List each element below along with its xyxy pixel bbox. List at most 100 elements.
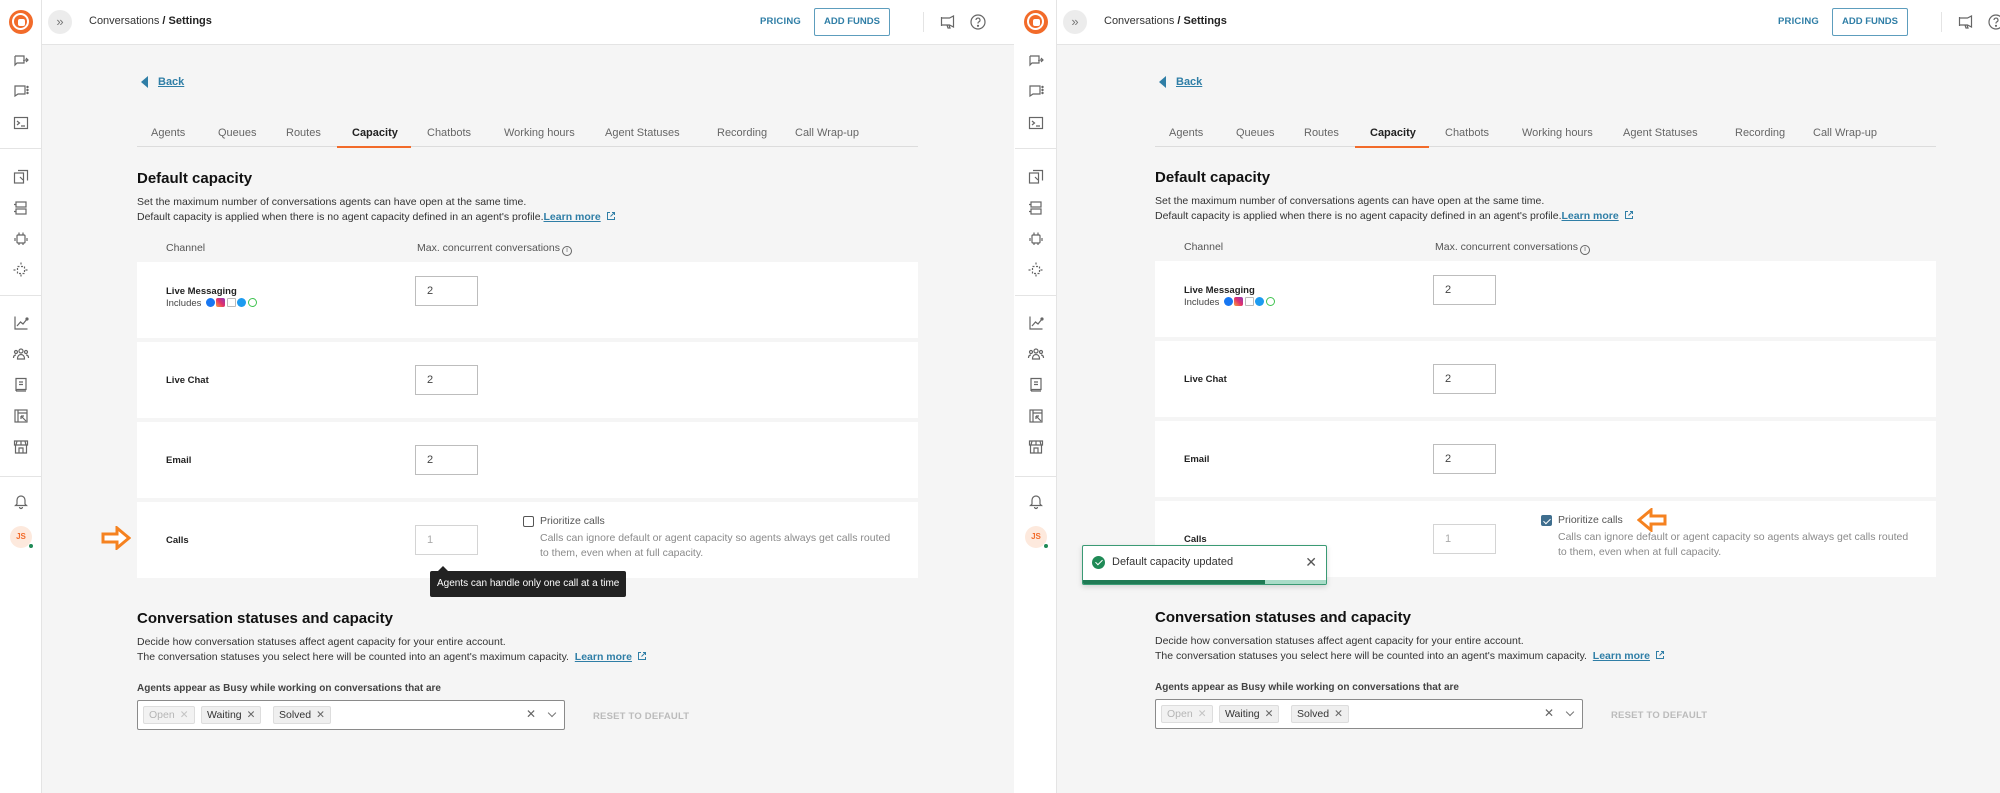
prioritize-calls-help: Calls can ignore default or agent capaci… <box>540 532 891 559</box>
email-capacity-input[interactable]: 2 <box>415 445 478 475</box>
remove-chip-icon: ✕ <box>179 709 189 721</box>
capacity-row-live-chat: Live Chat 2 <box>137 342 918 418</box>
toast-message: Default capacity updated <box>1112 556 1234 568</box>
channel-name: Live Messaging <box>166 286 237 297</box>
column-header-max-concurrent: Max. concurrent conversations i <box>1435 241 1590 255</box>
calls-capacity-input[interactable]: 1 <box>1433 524 1496 554</box>
calls-capacity-input[interactable]: 1 <box>415 525 478 555</box>
tab-agent-statuses[interactable]: Agent Statuses <box>605 127 680 139</box>
back-link[interactable]: Back <box>141 76 184 89</box>
breadcrumb: Conversations / Settings <box>1104 15 1227 27</box>
help-icon[interactable] <box>1987 13 2000 31</box>
top-bar: » Conversations / Settings PRICING ADD F… <box>1057 0 2000 45</box>
tab-queues[interactable]: Queues <box>218 127 257 139</box>
expand-sidebar-button[interactable]: » <box>48 10 72 34</box>
prioritize-calls-label[interactable]: Prioritize calls <box>1558 514 1623 526</box>
breadcrumb-parent[interactable]: Conversations <box>1104 15 1174 27</box>
settings-tabs: Agents Queues Routes Capacity Chatbots W… <box>1155 121 1936 148</box>
learn-more-link[interactable]: Learn more <box>544 211 601 223</box>
pricing-link[interactable]: PRICING <box>760 16 801 27</box>
remove-chip-icon[interactable]: ✕ <box>1334 708 1343 720</box>
learn-more-link[interactable]: Learn more <box>575 651 632 663</box>
tab-recording[interactable]: Recording <box>1735 127 1785 139</box>
breadcrumb-parent[interactable]: Conversations <box>89 15 159 27</box>
channel-name: Calls <box>166 535 189 546</box>
remove-chip-icon: ✕ <box>1197 708 1207 720</box>
toast-timer-progress <box>1083 580 1266 584</box>
info-icon[interactable]: i <box>561 246 572 256</box>
column-header-channel: Channel <box>166 242 206 254</box>
external-link-icon <box>1655 650 1665 660</box>
tab-call-wrap-up[interactable]: Call Wrap-up <box>795 127 859 139</box>
telegram-icon <box>1255 297 1265 306</box>
remove-chip-icon[interactable]: ✕ <box>316 709 325 721</box>
chevron-down-icon[interactable] <box>547 708 557 718</box>
close-icon[interactable]: ✕ <box>1305 554 1317 571</box>
tab-agent-statuses[interactable]: Agent Statuses <box>1623 127 1698 139</box>
busy-statuses-select[interactable]: Open ✕ Waiting ✕ Solved ✕ ✕ <box>137 700 565 730</box>
remove-chip-icon[interactable]: ✕ <box>1265 708 1274 720</box>
screen-after: JS » Conversations / Settings PRICING AD… <box>1015 0 2000 793</box>
tab-routes[interactable]: Routes <box>286 127 321 139</box>
annotation-arrow-right-icon <box>101 526 131 550</box>
default-capacity-description: Set the maximum number of conversations … <box>137 195 616 225</box>
status-chip-waiting: Waiting ✕ <box>1219 705 1280 723</box>
add-funds-button[interactable]: ADD FUNDS <box>1832 8 1908 36</box>
busy-statuses-select[interactable]: Open ✕ Waiting ✕ Solved ✕ ✕ <box>1155 699 1583 729</box>
reset-to-default-button[interactable]: RESET TO DEFAULT <box>1611 710 1707 721</box>
prioritize-calls-checkbox[interactable] <box>1541 515 1552 526</box>
tab-recording[interactable]: Recording <box>717 127 767 139</box>
breadcrumb-current: Settings <box>1183 15 1227 27</box>
tab-call-wrap-up[interactable]: Call Wrap-up <box>1813 127 1877 139</box>
clear-selection-icon[interactable]: ✕ <box>1544 706 1554 720</box>
announcements-megaphone-icon[interactable] <box>1957 13 1975 31</box>
live-chat-capacity-input[interactable]: 2 <box>1433 364 1496 394</box>
channel-name: Email <box>166 455 192 466</box>
tab-working-hours[interactable]: Working hours <box>504 127 575 139</box>
remove-chip-icon[interactable]: ✕ <box>247 709 256 721</box>
learn-more-link[interactable]: Learn more <box>1593 650 1650 662</box>
facebook-icon <box>1223 297 1233 306</box>
screen-before: JS » Conversations / Settings PRICING AD… <box>0 0 1014 793</box>
back-link[interactable]: Back <box>1159 76 1202 89</box>
tab-agents[interactable]: Agents <box>151 127 185 139</box>
tab-capacity[interactable]: Capacity <box>1370 127 1416 139</box>
help-icon[interactable] <box>969 13 987 31</box>
app-logo[interactable] <box>1024 10 1048 34</box>
chevron-down-icon[interactable] <box>1565 707 1575 717</box>
live-messaging-capacity-input[interactable]: 2 <box>1433 275 1496 305</box>
live-messaging-capacity-input[interactable]: 2 <box>415 276 478 306</box>
column-header-channel: Channel <box>1184 241 1224 253</box>
back-arrow-icon <box>141 76 148 89</box>
tab-chatbots[interactable]: Chatbots <box>427 127 471 139</box>
tab-routes[interactable]: Routes <box>1304 127 1339 139</box>
breadcrumb: Conversations / Settings <box>89 15 212 27</box>
tab-capacity[interactable]: Capacity <box>352 127 398 139</box>
reset-to-default-button[interactable]: RESET TO DEFAULT <box>593 711 689 722</box>
capacity-row-live-messaging: Live Messaging Includes 2 <box>1155 261 1936 337</box>
tab-agents[interactable]: Agents <box>1169 127 1203 139</box>
clear-selection-icon[interactable]: ✕ <box>526 707 536 721</box>
add-funds-button[interactable]: ADD FUNDS <box>814 8 890 36</box>
email-capacity-input[interactable]: 2 <box>1433 444 1496 474</box>
busy-statuses-label: Agents appear as Busy while working on c… <box>137 683 441 694</box>
tab-chatbots[interactable]: Chatbots <box>1445 127 1489 139</box>
tab-working-hours[interactable]: Working hours <box>1522 127 1593 139</box>
learn-more-link[interactable]: Learn more <box>1562 210 1619 222</box>
prioritize-calls-label[interactable]: Prioritize calls <box>540 515 605 527</box>
channel-name: Live Chat <box>166 375 209 386</box>
channel-name: Email <box>1184 454 1210 465</box>
info-icon[interactable]: i <box>1579 245 1590 255</box>
live-chat-capacity-input[interactable]: 2 <box>415 365 478 395</box>
expand-sidebar-button[interactable]: » <box>1063 10 1087 34</box>
status-chip-solved: Solved ✕ <box>1291 705 1349 723</box>
tab-queues[interactable]: Queues <box>1236 127 1275 139</box>
default-capacity-description: Set the maximum number of conversations … <box>1155 194 1634 224</box>
announcements-megaphone-icon[interactable] <box>939 13 957 31</box>
prioritize-calls-help: Calls can ignore default or agent capaci… <box>1558 531 1909 558</box>
pricing-link[interactable]: PRICING <box>1778 16 1819 27</box>
back-arrow-icon <box>1159 76 1166 89</box>
prioritize-calls-checkbox[interactable] <box>523 516 534 527</box>
app-logo[interactable] <box>9 10 33 34</box>
whatsapp-icon <box>1265 297 1275 306</box>
